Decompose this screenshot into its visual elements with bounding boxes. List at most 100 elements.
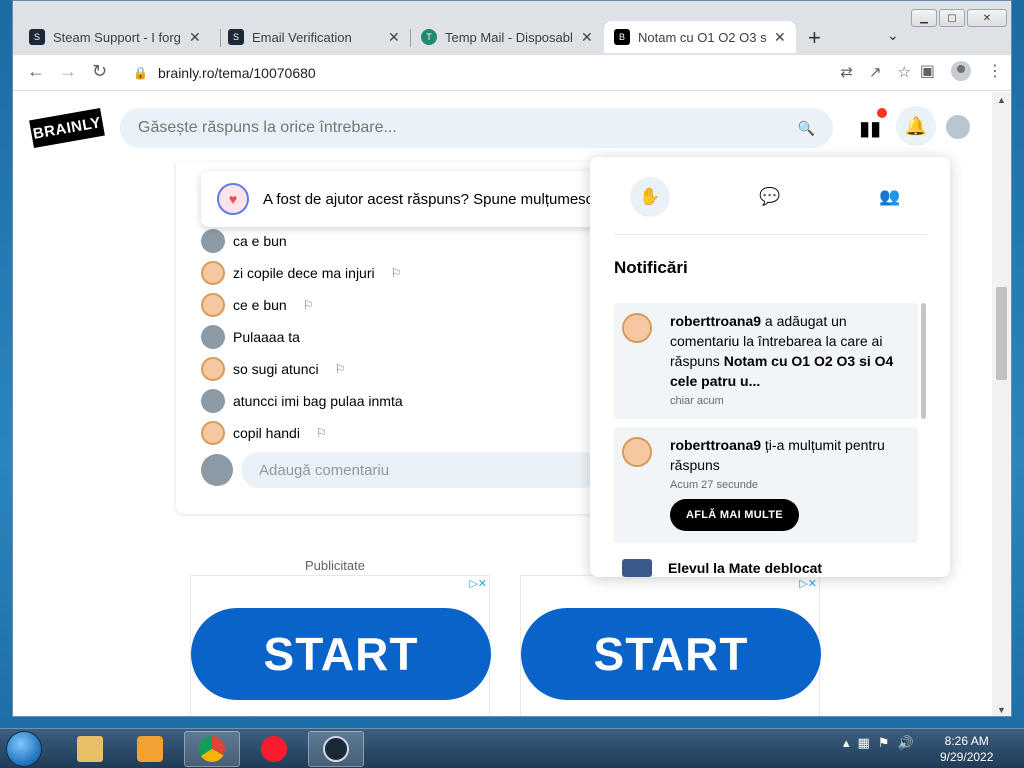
avatar[interactable]	[201, 421, 225, 445]
new-tab-button[interactable]: +	[808, 25, 821, 51]
notification-time: Acum 27 secunde	[670, 479, 759, 491]
comment-text: ca e bun	[233, 233, 287, 249]
site-header: BRAINLY 🔍 ▮▮ 🔔	[13, 92, 994, 162]
brainly-page: BRAINLY 🔍 ▮▮ 🔔 ♥ A fost de ajutor acest …	[13, 92, 994, 716]
notification-item[interactable]: Elevul la Mate deblocat	[622, 559, 822, 577]
close-tab-icon[interactable]: ✕	[581, 29, 593, 46]
add-comment-row: Adaugă comentariu	[201, 452, 601, 488]
ad-choices-icon[interactable]: ▷✕	[799, 577, 817, 590]
ad-start-button[interactable]: START	[521, 608, 821, 700]
tab-steam-support[interactable]: S Steam Support - I forgot ✕	[19, 21, 211, 53]
scroll-up-arrow-icon[interactable]: ▲	[997, 95, 1006, 105]
notifications-scrollbar[interactable]	[921, 303, 926, 419]
start-button[interactable]	[6, 731, 42, 767]
system-clock[interactable]: 8:26 AM 9/29/2022	[940, 733, 993, 765]
notification-tabs: ✋ 💬 👥	[614, 177, 926, 235]
lock-icon[interactable]: 🔒	[133, 66, 148, 80]
report-flag-icon[interactable]: ⚐	[316, 426, 327, 440]
avatar	[622, 313, 652, 343]
tab-brainly[interactable]: B Notam cu O1 O2 O3 si O4 ✕	[604, 21, 796, 53]
avatar[interactable]	[201, 389, 225, 413]
toolbar-right: ▣ ⋮	[920, 61, 1003, 81]
taskbar-steam[interactable]	[308, 731, 364, 767]
browser-toolbar: ← → ↻ 🔒 brainly.ro/tema/10070680 ⇄ ↗ ☆ ▣…	[13, 55, 1011, 91]
avatar[interactable]	[201, 325, 225, 349]
stats-bar-chart-icon[interactable]: ▮▮	[859, 116, 881, 141]
answers-tab-icon[interactable]: ✋	[630, 177, 670, 217]
comment-item: atuncci imi bag pulaa inmta	[201, 388, 403, 414]
close-tab-icon[interactable]: ✕	[189, 29, 201, 46]
reload-icon[interactable]: ↻	[92, 61, 107, 82]
avatar[interactable]	[201, 293, 225, 317]
avatar	[201, 454, 233, 486]
steam-icon: S	[228, 29, 244, 45]
search-bar[interactable]: 🔍	[120, 108, 833, 148]
search-icon[interactable]: 🔍	[798, 120, 815, 137]
messages-tab-icon[interactable]: 💬	[750, 177, 790, 217]
side-panel-icon[interactable]: ▣	[920, 61, 935, 81]
notifications-bell-button[interactable]: 🔔	[896, 106, 936, 146]
media-player-icon	[137, 736, 163, 762]
forward-arrow-icon[interactable]: →	[59, 61, 77, 82]
close-tab-icon[interactable]: ✕	[388, 29, 400, 46]
tab-title: Temp Mail - Disposable	[445, 29, 573, 45]
network-icon[interactable]: ▦	[858, 735, 870, 751]
show-hidden-icons-icon[interactable]: ▴	[843, 735, 850, 751]
volume-icon[interactable]: 🔊	[897, 735, 913, 751]
tab-temp-mail[interactable]: T Temp Mail - Disposable ✕	[411, 21, 603, 53]
report-flag-icon[interactable]: ⚐	[303, 298, 314, 312]
avatar[interactable]	[201, 229, 225, 253]
address-bar[interactable]: 🔒 brainly.ro/tema/10070680	[125, 59, 925, 87]
bookmark-star-icon[interactable]: ☆	[898, 63, 911, 81]
tab-email-verification[interactable]: S Email Verification ✕	[218, 21, 410, 53]
notifications-title: Notificări	[614, 258, 688, 277]
steam-icon	[323, 736, 349, 762]
minimize-button[interactable]: ▁	[911, 9, 937, 27]
thanks-message: A fost de ajutor acest răspuns? Spune mu…	[263, 190, 594, 208]
close-window-button[interactable]: ✕	[967, 9, 1007, 27]
taskbar-media-player[interactable]	[122, 731, 178, 767]
translate-icon[interactable]: ⇄	[840, 63, 853, 81]
search-input[interactable]	[138, 119, 778, 137]
user-avatar[interactable]	[946, 115, 970, 139]
report-flag-icon[interactable]: ⚐	[335, 362, 346, 376]
tab-search-chevron-icon[interactable]: ⌄	[887, 27, 899, 44]
scroll-thumb[interactable]	[996, 287, 1007, 380]
profile-avatar-icon[interactable]	[951, 61, 971, 81]
notification-dot	[877, 108, 887, 118]
taskbar-chrome[interactable]	[184, 731, 240, 767]
report-flag-icon[interactable]: ⚐	[391, 266, 402, 280]
notification-item[interactable]: roberttroana9 ți-a mulțumit pentru răspu…	[614, 427, 918, 543]
avatar	[622, 437, 652, 467]
ad-choices-icon[interactable]: ▷✕	[469, 577, 487, 590]
ad-banner-right[interactable]: ▷✕ START	[520, 575, 821, 716]
comment-item: so sugi atunci ⚐	[201, 356, 345, 382]
ad-banner-left[interactable]: ▷✕ START	[190, 575, 491, 716]
scroll-down-arrow-icon[interactable]: ▼	[997, 705, 1006, 715]
system-tray: ▴ ▦ ⚑ 🔊	[843, 735, 914, 751]
maximize-button[interactable]: ▢	[939, 9, 965, 27]
back-arrow-icon[interactable]: ←	[27, 61, 45, 82]
opera-icon	[261, 736, 287, 762]
notification-time: chiar acum	[670, 395, 724, 407]
action-center-flag-icon[interactable]: ⚑	[878, 735, 890, 751]
friends-tab-icon[interactable]: 👥	[870, 177, 910, 217]
brainly-logo[interactable]: BRAINLY	[29, 107, 105, 149]
avatar[interactable]	[201, 261, 225, 285]
ad-start-button[interactable]: START	[191, 608, 491, 700]
taskbar-explorer[interactable]	[62, 731, 118, 767]
close-tab-icon[interactable]: ✕	[774, 29, 786, 46]
taskbar-opera[interactable]	[246, 731, 302, 767]
notification-item[interactable]: roberttroana9 a adăugat un comentariu la…	[614, 303, 918, 419]
badge-icon	[622, 559, 652, 577]
avatar[interactable]	[201, 357, 225, 381]
tab-title: Notam cu O1 O2 O3 si O4	[638, 29, 766, 45]
share-icon[interactable]: ↗	[869, 63, 882, 81]
url-text[interactable]: brainly.ro/tema/10070680	[158, 65, 316, 81]
page-scrollbar[interactable]: ▲ ▼	[992, 92, 1011, 716]
add-comment-input[interactable]: Adaugă comentariu	[241, 452, 601, 488]
menu-kebab-icon[interactable]: ⋮	[987, 61, 1003, 81]
chrome-icon	[199, 736, 225, 762]
learn-more-button[interactable]: AFLĂ MAI MULTE	[670, 499, 799, 531]
steam-icon: S	[29, 29, 45, 45]
